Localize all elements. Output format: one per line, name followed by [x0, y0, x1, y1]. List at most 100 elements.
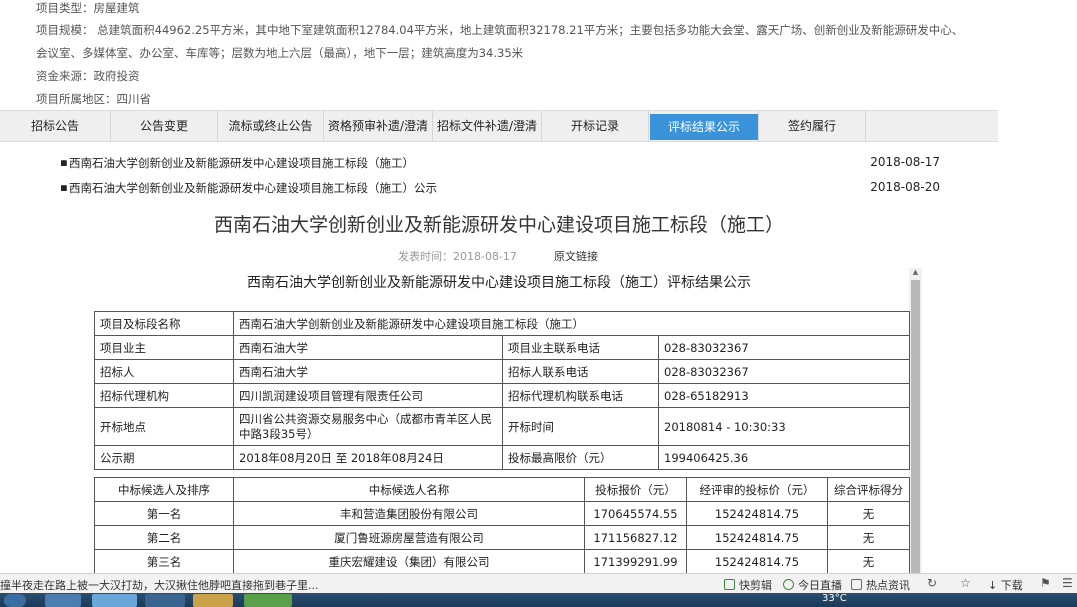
candidate-rank: 第二名 [94, 525, 234, 550]
project-scale: 项目规模： 总建筑面积44962.25平方米，其中地下室建筑面积12784.04… [36, 23, 964, 37]
candidate-evaluated: 152424814.75 [686, 501, 828, 526]
news-icon [851, 579, 862, 590]
agency-label: 招标代理机构 [94, 383, 234, 408]
play-icon [783, 579, 794, 590]
tenderer-value: 西南石油大学 [233, 359, 503, 384]
tab-prequal-addendum[interactable]: 资格预审补遗/澄清 [324, 111, 433, 142]
live-today-label: 今日直播 [798, 579, 842, 592]
candidate-evaluated: 152424814.75 [686, 549, 828, 574]
candidate-score: 无 [827, 501, 910, 526]
table-row: 项目业主 西南石油大学 项目业主联系电话 028-83032367 [94, 335, 910, 360]
header-bid: 投标报价（元） [584, 477, 687, 502]
project-info: 项目类型：房屋建筑 项目规模： 总建筑面积44962.25平方米，其中地下室建筑… [0, 0, 998, 110]
period-value: 2018年08月20日 至 2018年08月24日 [233, 445, 503, 470]
flag-icon[interactable]: ⚑ [1040, 576, 1051, 590]
quick-edit-button[interactable]: 快剪辑 [724, 577, 772, 593]
tenderer-label: 招标人 [94, 359, 234, 384]
header-evaluated: 经评审的投标价（元） [686, 477, 828, 502]
agency-value: 四川凯润建设项目管理有限责任公司 [233, 383, 503, 408]
owner-phone-value: 028-83032367 [658, 335, 910, 360]
tenderer-phone-value: 028-83032367 [658, 359, 910, 384]
tab-opening-record[interactable]: 开标记录 [542, 111, 649, 142]
owner-value: 西南石油大学 [233, 335, 503, 360]
notice-title[interactable]: 西南石油大学创新创业及新能源研发中心建设项目施工标段（施工） [69, 155, 414, 171]
browser-statusbar: 撞半夜走在路上被一大汉打劫，大汉揪住他脖吧直接拖到巷子里... 快剪辑 今日直播… [0, 573, 1077, 593]
tab-notice-change[interactable]: 公告变更 [111, 111, 218, 142]
download-button[interactable]: ↓ 下载 [988, 577, 1023, 593]
candidate-name: 丰和营造集团股份有限公司 [233, 501, 585, 526]
candidate-table: 中标候选人及排序 中标候选人名称 投标报价（元） 经评审的投标价（元） 综合评标… [94, 477, 910, 574]
candidate-rank: 第三名 [94, 549, 234, 574]
candidate-name: 重庆宏耀建设（集团）有限公司 [233, 549, 585, 574]
menu-icon[interactable]: ☰ [1062, 576, 1073, 590]
temperature: 33°C [822, 593, 847, 604]
candidate-bid: 171399291.99 [584, 549, 687, 574]
venue-value: 四川省公共资源交易服务中心（成都市青羊区人民 中路3段35号） [233, 407, 503, 446]
venue-label: 开标地点 [94, 407, 234, 446]
taskbar-app-5[interactable] [244, 594, 292, 607]
refresh-icon[interactable]: ↻ [927, 576, 937, 590]
venue-line-2: 中路3段35号） [239, 426, 319, 441]
owner-label: 项目业主 [94, 335, 234, 360]
tab-evaluation-result[interactable]: 评标结果公示 [650, 114, 758, 140]
taskbar-app-1[interactable] [45, 594, 81, 607]
project-scale-cont: 会议室、多媒体室、办公室、车库等；层数为地上六层（最高），地下一层；建筑高度为3… [36, 46, 524, 60]
live-today-button[interactable]: 今日直播 [783, 577, 842, 593]
bullet-icon: ▪ [60, 180, 68, 194]
max-price-label: 投标最高限价（元） [502, 445, 659, 470]
candidate-rank: 第一名 [94, 501, 234, 526]
table-header-row: 中标候选人及排序 中标候选人名称 投标报价（元） 经评审的投标价（元） 综合评标… [94, 477, 910, 502]
table-row: 第二名 厦门鲁班源房屋营造有限公司 171156827.12 152424814… [94, 525, 910, 550]
os-taskbar: 33°C [0, 593, 1077, 607]
candidate-evaluated: 152424814.75 [686, 525, 828, 550]
candidate-bid: 170645574.55 [584, 501, 687, 526]
tab-contract-fulfillment[interactable]: 签约履行 [758, 111, 866, 142]
header-name: 中标候选人名称 [233, 477, 585, 502]
table-row: 项目及标段名称 西南石油大学创新创业及新能源研发中心建设项目施工标段（施工） [94, 311, 910, 336]
evaluation-table: 项目及标段名称 西南石油大学创新创业及新能源研发中心建设项目施工标段（施工） 项… [94, 311, 910, 470]
project-name-value: 西南石油大学创新创业及新能源研发中心建设项目施工标段（施工） [233, 311, 910, 336]
header-rank: 中标候选人及排序 [94, 477, 234, 502]
venue-line-1: 四川省公共资源交易服务中心（成都市青羊区人民 [239, 411, 492, 426]
candidate-score: 无 [827, 549, 910, 574]
download-icon: ↓ [988, 579, 1001, 592]
tab-tender-doc-addendum[interactable]: 招标文件补遗/澄清 [433, 111, 542, 142]
tab-failed-bid[interactable]: 流标或终止公告 [218, 111, 324, 142]
taskbar-app-4[interactable] [193, 594, 233, 607]
table-row: 开标地点 四川省公共资源交易服务中心（成都市青羊区人民 中路3段35号） 开标时… [94, 407, 910, 446]
project-region: 项目所属地区：四川省 [36, 92, 151, 106]
quick-edit-label: 快剪辑 [739, 579, 772, 592]
download-label: 下载 [1000, 579, 1023, 592]
hot-news-button[interactable]: 热点资讯 [851, 577, 910, 593]
taskbar-app-3[interactable] [145, 594, 185, 607]
source-link[interactable]: 原文链接 [554, 248, 598, 264]
pin-icon[interactable]: ☆ [960, 576, 971, 590]
notice-date: 2018-08-20 [870, 180, 940, 194]
scrollbar-thumb[interactable] [911, 280, 920, 573]
bullet-icon: ▪ [60, 155, 68, 169]
open-time-label: 开标时间 [502, 407, 659, 446]
table-row: 第三名 重庆宏耀建设（集团）有限公司 171399291.99 15242481… [94, 549, 910, 574]
hot-news-label: 热点资讯 [866, 579, 910, 592]
start-icon[interactable] [4, 594, 26, 607]
publish-time: 发表时间：2018-08-17 [398, 250, 517, 263]
taskbar-app-2[interactable] [92, 594, 137, 607]
header-score: 综合评标得分 [827, 477, 910, 502]
tenderer-phone-label: 招标人联系电话 [502, 359, 659, 384]
candidate-score: 无 [827, 525, 910, 550]
project-name-label: 项目及标段名称 [94, 311, 234, 336]
scissors-icon [724, 579, 735, 590]
funding-source: 资金来源：政府投资 [36, 69, 140, 83]
article-title: 西南石油大学创新创业及新能源研发中心建设项目施工标段（施工） [213, 214, 784, 236]
news-ticker[interactable]: 撞半夜走在路上被一大汉打劫，大汉揪住他脖吧直接拖到巷子里... [0, 577, 319, 593]
scroll-up-icon[interactable]: ▲ [909, 266, 922, 278]
article-subtitle: 西南石油大学创新创业及新能源研发中心建设项目施工标段（施工）评标结果公示 [247, 275, 751, 291]
agency-phone-value: 028-65182913 [658, 383, 910, 408]
notice-date: 2018-08-17 [870, 155, 940, 169]
notice-title[interactable]: 西南石油大学创新创业及新能源研发中心建设项目施工标段（施工）公示 [69, 180, 437, 196]
max-price-value: 199406425.36 [658, 445, 910, 470]
open-time-value: 20180814 - 10:30:33 [658, 407, 910, 446]
tab-tender-notice[interactable]: 招标公告 [0, 111, 111, 142]
candidate-bid: 171156827.12 [584, 525, 687, 550]
table-row: 招标代理机构 四川凯润建设项目管理有限责任公司 招标代理机构联系电话 028-6… [94, 383, 910, 408]
